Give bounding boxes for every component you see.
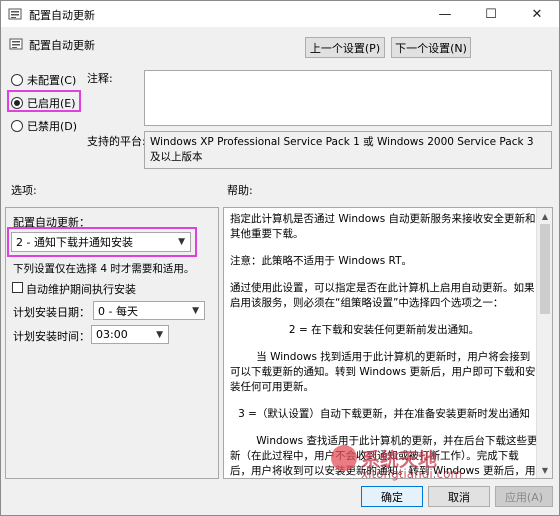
- help-panel[interactable]: 指定此计算机是否通过 Windows 自动更新服务来接收安全更新和其他重要下载。…: [223, 207, 553, 479]
- dropdown-highlight-box: [7, 227, 197, 257]
- close-icon: ✕: [531, 6, 543, 22]
- policy-dialog-window: 配置自动更新 — ☐ ✕ 配置自动更新 上一个设置(P) 下一个设置(N) 未配…: [0, 0, 560, 516]
- help-paragraph: 指定此计算机是否通过 Windows 自动更新服务来接收安全更新和其他重要下载。: [230, 213, 536, 240]
- help-paragraph: 注意：此策略不适用于 Windows RT。: [230, 255, 412, 267]
- minimize-button[interactable]: —: [423, 1, 467, 27]
- platform-text: Windows XP Professional Service Pack 1 或…: [144, 131, 552, 169]
- schedule-time-label: 计划安装时间：: [13, 330, 90, 343]
- radio-dot: [11, 120, 23, 132]
- comment-textarea[interactable]: [144, 70, 552, 126]
- cancel-button[interactable]: 取消: [428, 486, 490, 507]
- policy-title: 配置自动更新: [29, 39, 95, 52]
- next-setting-button[interactable]: 下一个设置(N): [391, 37, 471, 58]
- help-paragraph: 2 = 在下载和安装任何更新前发出通知。: [288, 324, 480, 336]
- radio-disabled[interactable]: 已禁用(D): [11, 118, 77, 134]
- schedule-day-dropdown[interactable]: 0 - 每天 ▼: [93, 301, 205, 320]
- radio-dot: [11, 74, 23, 86]
- radio-label: 未配置(C): [27, 74, 77, 87]
- policy-setting-icon: [8, 8, 22, 20]
- close-button[interactable]: ✕: [515, 1, 559, 27]
- schedule-time-dropdown[interactable]: 03:00 ▼: [91, 325, 169, 344]
- schedule-day-label: 计划安装日期：: [13, 306, 90, 319]
- chevron-down-icon: ▼: [192, 305, 199, 316]
- enabled-highlight-box: [7, 90, 81, 112]
- title-bar: 配置自动更新 — ☐ ✕: [1, 1, 559, 27]
- help-paragraph: 通过使用此设置，可以指定是否在此计算机上启用自动更新。如果启用该服务，则必须在“…: [230, 282, 535, 309]
- maximize-button[interactable]: ☐: [469, 1, 513, 27]
- schedule-time-value: 03:00: [96, 328, 128, 341]
- schedule-day-value: 0 - 每天: [98, 304, 138, 318]
- help-scrollbar[interactable]: ▲ ▼: [536, 208, 552, 478]
- maintenance-install-checkbox[interactable]: [12, 282, 23, 293]
- previous-setting-button[interactable]: 上一个设置(P): [305, 37, 385, 58]
- ok-button[interactable]: 确定: [361, 486, 423, 507]
- help-paragraph: 当 Windows 找到适用于此计算机的更新时，用户将会接到可以下载更新的通知。…: [230, 351, 536, 393]
- watermark-logo-icon: [331, 445, 357, 471]
- scroll-down-icon[interactable]: ▼: [537, 462, 552, 478]
- comment-label: 注释:: [87, 72, 113, 85]
- scroll-up-icon[interactable]: ▲: [537, 208, 552, 224]
- minimize-icon: —: [438, 6, 452, 22]
- watermark-url: xitongtiandi.com: [361, 467, 463, 481]
- policy-setting-icon: [9, 38, 23, 50]
- maintenance-install-label: 自动维护期间执行安装: [26, 283, 136, 296]
- radio-label: 已禁用(D): [27, 120, 78, 133]
- options-note: 下列设置仅在选择 4 时才需要和适用。: [13, 263, 195, 275]
- apply-button[interactable]: 应用(A): [495, 486, 553, 507]
- platform-label: 支持的平台:: [87, 135, 146, 148]
- help-section-label: 帮助:: [227, 184, 253, 197]
- options-section-label: 选项:: [11, 184, 37, 197]
- maximize-icon: ☐: [485, 6, 497, 22]
- scroll-thumb[interactable]: [540, 224, 550, 314]
- site-watermark: 系统天地 xitongtiandi.com: [331, 441, 531, 486]
- help-text: 指定此计算机是否通过 Windows 自动更新服务来接收安全更新和其他重要下载。…: [230, 212, 538, 478]
- window-title: 配置自动更新: [29, 9, 95, 22]
- chevron-down-icon: ▼: [156, 329, 163, 340]
- help-paragraph: 3 =（默认设置）自动下载更新，并在准备安装更新时发出通知: [238, 408, 530, 420]
- radio-not-configured[interactable]: 未配置(C): [11, 72, 76, 88]
